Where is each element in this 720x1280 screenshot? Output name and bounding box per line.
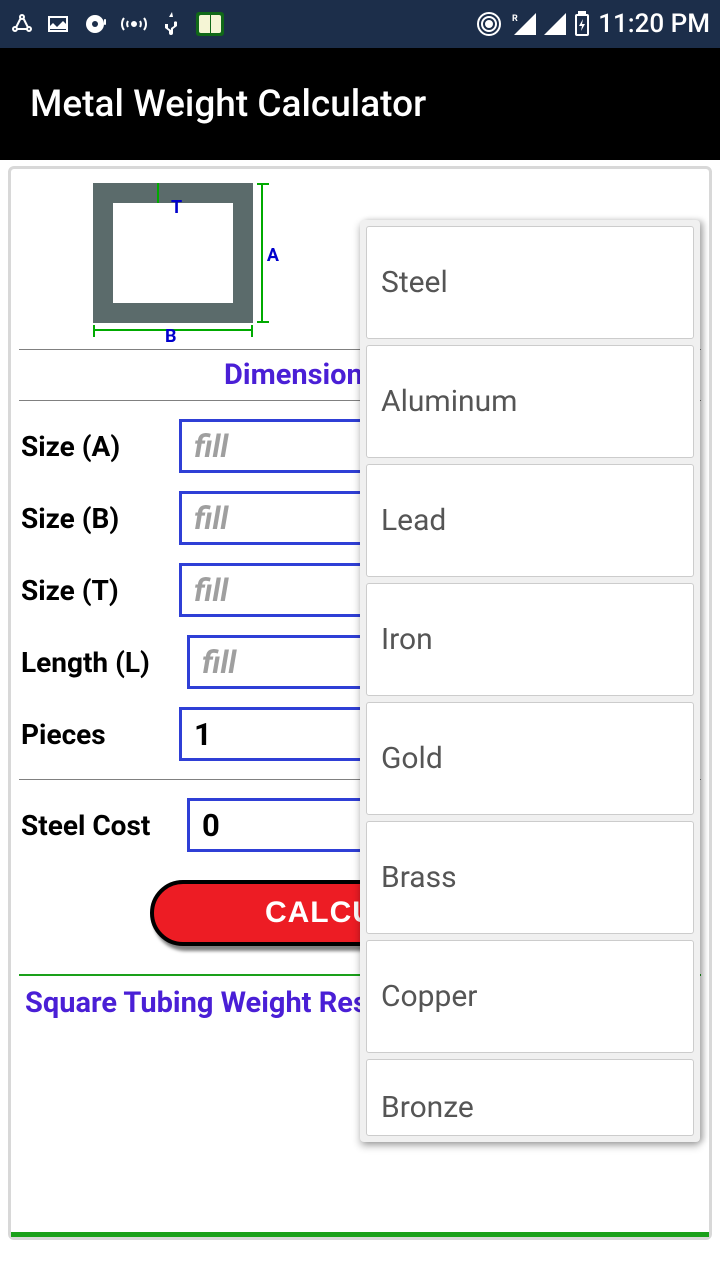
status-right: R 11:20 PM [476,9,710,39]
material-option-gold[interactable]: Gold [366,702,694,815]
material-option-aluminum[interactable]: Aluminum [366,345,694,458]
app-bar: Metal Weight Calculator [0,48,720,160]
share-icon [10,12,34,36]
square-tube-diagram: A B T [87,177,283,341]
diagram-label-a: A [267,245,279,266]
material-option-lead[interactable]: Lead [366,464,694,577]
status-bar: R 11:20 PM [0,0,720,48]
svg-text:R: R [512,14,518,24]
hotspot-icon [476,11,502,37]
signal-icon [544,13,566,35]
material-dropdown[interactable]: Steel Aluminum Lead Iron Gold Brass Copp… [360,220,700,1142]
pieces-label: Pieces [21,718,173,751]
status-left [10,10,224,38]
size-a-label: Size (A) [21,430,173,463]
material-option-iron[interactable]: Iron [366,583,694,696]
diagram-label-b: B [165,326,177,347]
signal-r-icon: R [510,13,536,35]
diagram-label-t: T [171,197,182,218]
size-b-label: Size (B) [21,502,173,535]
book-icon [196,12,224,36]
battery-charging-icon [574,11,590,37]
size-t-label: Size (T) [21,574,173,607]
app-title: Metal Weight Calculator [30,83,426,126]
length-label: Length (L) [21,646,181,679]
broadcast-icon [120,12,148,36]
material-option-bronze[interactable]: Bronze [366,1059,694,1136]
image-icon [46,12,70,36]
cost-label: Steel Cost [21,809,181,842]
usb-icon [160,10,184,38]
material-option-steel[interactable]: Steel [366,226,694,339]
material-option-copper[interactable]: Copper [366,940,694,1053]
status-time: 11:20 PM [598,9,710,39]
disc-icon [82,11,108,37]
material-option-brass[interactable]: Brass [366,821,694,934]
